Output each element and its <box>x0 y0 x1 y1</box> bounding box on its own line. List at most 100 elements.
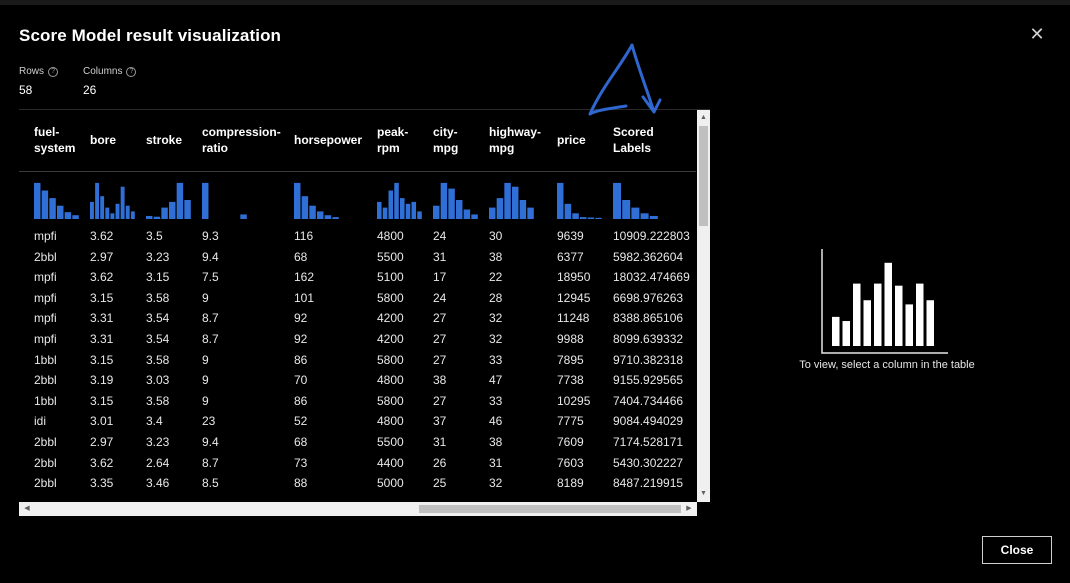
table-cell: 3.46 <box>146 476 170 491</box>
histogram-bar <box>496 198 504 219</box>
table-cell: 33 <box>489 352 503 367</box>
table-cell: 3.35 <box>90 476 114 491</box>
results-table: fuel- system bore stroke compression- ratio… <box>19 110 696 502</box>
table-cell: 3.15 <box>90 352 114 367</box>
placeholder-bar <box>916 283 924 346</box>
column-histogram[interactable] <box>613 180 659 220</box>
table-cell: 23 <box>202 414 216 429</box>
placeholder-bar <box>884 262 892 346</box>
histogram-bar <box>440 182 448 219</box>
table-cell: 9710.382318 <box>613 352 684 367</box>
scroll-down-icon[interactable]: ▼ <box>697 488 710 500</box>
histogram-bar <box>332 217 339 219</box>
table-cell: 5500 <box>377 434 404 449</box>
histogram-bar <box>301 196 309 219</box>
close-button[interactable]: Close <box>982 536 1052 564</box>
column-histogram[interactable] <box>433 180 479 220</box>
table-cell: 38 <box>433 373 447 388</box>
horizontal-scroll-thumb[interactable] <box>419 505 681 513</box>
table-row: mpfi 3.62 3.5 9.3 116 4800 24 30 9639 10909.22280… <box>19 226 696 247</box>
histogram-bar <box>640 213 649 219</box>
column-histogram[interactable] <box>34 180 80 220</box>
table-cell: 2.97 <box>90 434 114 449</box>
table-cell: 4800 <box>377 414 404 429</box>
table-cell: 5800 <box>377 393 404 408</box>
column-header[interactable]: highway- mpg <box>489 124 541 156</box>
histogram-bar <box>417 211 422 219</box>
table-cell: 22 <box>489 270 503 285</box>
column-header[interactable]: city- mpg <box>433 124 458 156</box>
column-header[interactable]: Scored Labels <box>613 124 654 156</box>
column-histogram[interactable] <box>294 180 340 220</box>
rows-stat: Rows? 58 <box>19 66 59 97</box>
scroll-right-icon[interactable]: ▶ <box>683 502 695 516</box>
table-cell: 47 <box>489 373 503 388</box>
table-cell: mpfi <box>34 270 57 285</box>
table-cell: 27 <box>433 331 447 346</box>
table-cell: 4400 <box>377 455 404 470</box>
scroll-left-icon[interactable]: ◀ <box>21 502 33 516</box>
empty-state-message: To view, select a column in the table <box>799 359 975 371</box>
close-icon[interactable]: ✕ <box>1026 23 1048 45</box>
header-divider <box>19 171 696 172</box>
help-icon[interactable]: ? <box>126 66 137 77</box>
table-cell: 3.58 <box>146 352 170 367</box>
scroll-up-icon[interactable]: ▲ <box>697 112 710 124</box>
table-cell: 3.58 <box>146 290 170 305</box>
column-header[interactable]: horsepower <box>294 132 362 148</box>
histogram-bar <box>57 205 64 219</box>
table-cell: 68 <box>294 434 308 449</box>
table-cell: 5100 <box>377 270 404 285</box>
column-header[interactable]: compression- ratio <box>202 124 281 156</box>
table-cell: 9 <box>202 393 209 408</box>
help-icon[interactable]: ? <box>48 66 59 77</box>
table-row: 1bbl 3.15 3.58 9 86 5800 27 33 10295 7404.734466 <box>19 391 696 412</box>
histogram-bar <box>631 207 640 219</box>
table-cell: 8.7 <box>202 331 219 346</box>
histogram-bar <box>456 200 463 219</box>
table-cell: 46 <box>489 414 503 429</box>
table-cell: 9 <box>202 373 209 388</box>
column-histogram[interactable] <box>377 180 423 220</box>
table-cell: 5800 <box>377 352 404 367</box>
histogram-bar <box>324 215 332 219</box>
table-cell: idi <box>34 414 47 429</box>
table-cell: 68 <box>294 249 308 264</box>
histogram-bar <box>405 203 411 219</box>
table-cell: 9988 <box>557 331 584 346</box>
column-header[interactable]: price <box>557 132 586 148</box>
table-cell: 2bbl <box>34 249 57 264</box>
placeholder-bar <box>905 304 913 346</box>
column-histogram[interactable] <box>557 180 603 220</box>
column-histogram[interactable] <box>202 180 248 220</box>
table-cell: 116 <box>294 229 314 243</box>
table-cell: 5000 <box>377 476 404 491</box>
results-table-panel: fuel- system bore stroke compression- ratio… <box>19 109 710 517</box>
table-cell: 3.5 <box>146 229 163 243</box>
histogram-bar <box>382 207 388 219</box>
table-cell: 4200 <box>377 331 404 346</box>
vertical-scrollbar[interactable]: ▲ ▼ <box>697 110 710 502</box>
column-histogram[interactable] <box>146 180 192 220</box>
column-header[interactable]: peak- rpm <box>377 124 408 156</box>
table-row: 2bbl 3.35 3.46 8.5 88 5000 25 32 8189 8487.219915 <box>19 473 696 494</box>
histogram-bar <box>64 212 72 219</box>
table-cell: 30 <box>489 229 503 243</box>
histogram-bar <box>433 205 440 219</box>
table-cell: 27 <box>433 393 447 408</box>
histogram-bar <box>377 201 382 219</box>
histogram-bar <box>146 215 153 219</box>
vertical-scroll-thumb[interactable] <box>699 126 708 226</box>
column-histogram[interactable] <box>489 180 535 220</box>
histogram-bar <box>95 182 100 219</box>
columns-value: 26 <box>83 83 97 97</box>
table-cell: 4800 <box>377 373 404 388</box>
table-cell: 10909.222803 <box>613 229 690 243</box>
histogram-bar <box>115 203 120 219</box>
table-cell: 2.97 <box>90 249 114 264</box>
column-header[interactable]: fuel- system <box>34 124 75 156</box>
column-header[interactable]: bore <box>90 132 116 148</box>
horizontal-scrollbar[interactable]: ◀ ▶ <box>19 502 697 516</box>
column-header[interactable]: stroke <box>146 132 182 148</box>
column-histogram[interactable] <box>90 180 136 220</box>
